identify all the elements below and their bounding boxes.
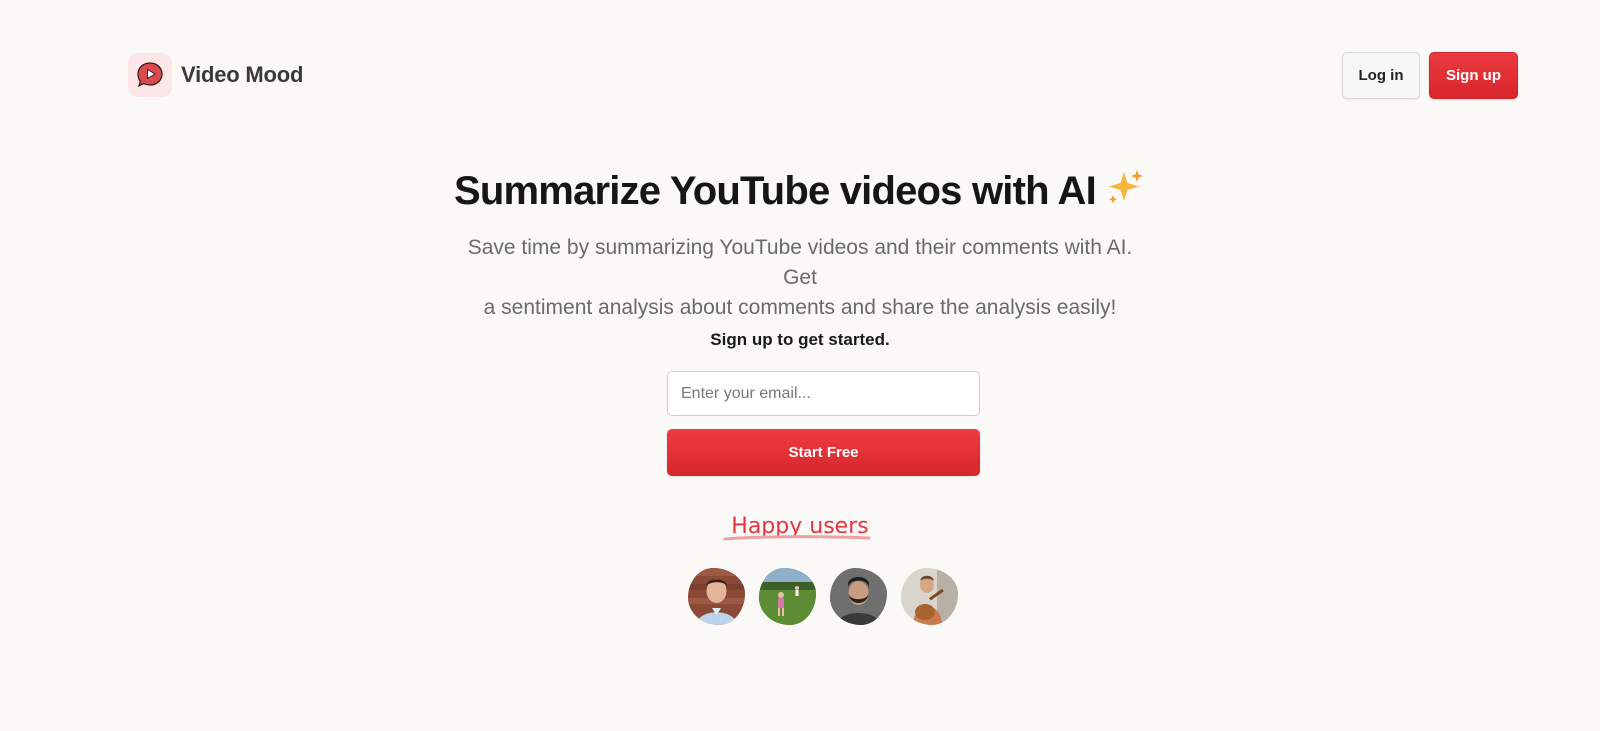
user-avatars: [688, 568, 958, 625]
user-avatar-4: [901, 568, 958, 625]
email-input[interactable]: [667, 371, 980, 416]
user-avatar-1: [688, 568, 745, 625]
happy-users-title: Happy users: [723, 514, 872, 541]
login-button[interactable]: Log in: [1342, 52, 1420, 99]
hero-title: Summarize YouTube videos with AI: [0, 166, 1600, 220]
sparkles-icon: [1104, 168, 1146, 220]
hero-subtitle-line-2: a sentiment analysis about comments and …: [483, 296, 1117, 319]
happy-users-section: Happy users: [0, 514, 1600, 541]
site-header: Video Mood Log in Sign up: [0, 0, 1600, 150]
user-avatar-3: [830, 568, 887, 625]
play-chat-bubble-icon: [128, 53, 172, 97]
user-avatar-2: [759, 568, 816, 625]
brand-name: Video Mood: [181, 62, 304, 87]
signup-button[interactable]: Sign up: [1429, 52, 1518, 99]
signup-prompt: Sign up to get started.: [710, 330, 890, 349]
start-free-button[interactable]: Start Free: [667, 429, 980, 476]
hero-subtitle-line-1: Save time by summarizing YouTube videos …: [467, 236, 1133, 289]
underline-scribble-icon: [723, 535, 871, 541]
hero-subtitle: Save time by summarizing YouTube videos …: [450, 233, 1150, 323]
hero-title-text: Summarize YouTube videos with AI: [454, 169, 1097, 213]
brand-logo[interactable]: Video Mood: [128, 53, 303, 97]
